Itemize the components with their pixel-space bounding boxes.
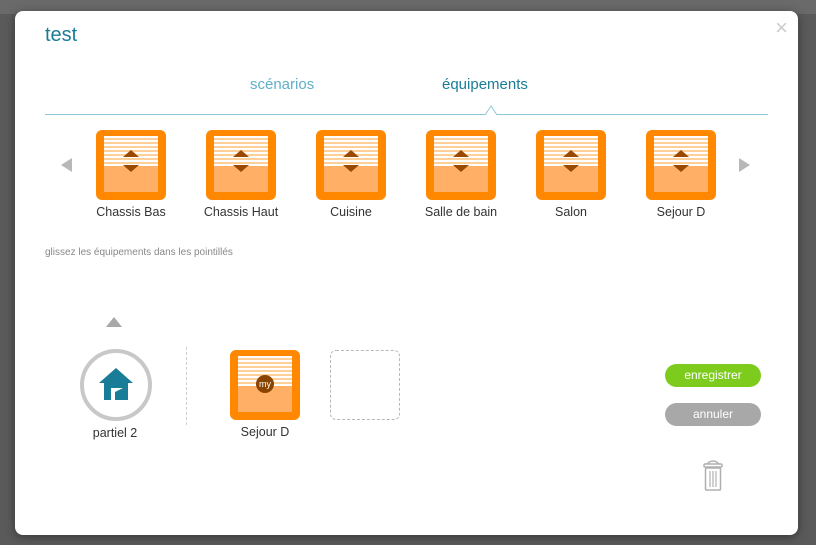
blind-my-icon: my bbox=[230, 350, 300, 420]
equipment-item-salon[interactable]: Salon bbox=[516, 130, 626, 219]
equipment-label: Sejour D bbox=[656, 205, 706, 219]
active-tab-caret-icon bbox=[485, 105, 497, 115]
modal-title: test bbox=[45, 24, 78, 46]
house-icon bbox=[99, 368, 133, 400]
drag-hint: glissez les équipements dans les pointil… bbox=[45, 247, 233, 258]
blind-icon bbox=[206, 130, 276, 200]
blind-icon bbox=[96, 130, 166, 200]
tab-equipements[interactable]: équipements bbox=[442, 76, 528, 93]
scenario-modal: test × scénarios équipements Chassis Bas… bbox=[15, 11, 798, 535]
trash-icon[interactable] bbox=[702, 458, 724, 492]
tab-underline bbox=[45, 114, 768, 115]
equipment-item-salle-de-bain[interactable]: Salle de bain bbox=[406, 130, 516, 219]
close-icon[interactable]: × bbox=[775, 17, 788, 39]
placed-equipment-label: Sejour D bbox=[240, 425, 290, 439]
blind-icon bbox=[536, 130, 606, 200]
blind-icon bbox=[426, 130, 496, 200]
dashed-divider bbox=[186, 347, 187, 425]
equipment-item-chassis-bas[interactable]: Chassis Bas bbox=[76, 130, 186, 219]
equipment-item-cuisine[interactable]: Cuisine bbox=[296, 130, 406, 219]
collapse-up-icon[interactable] bbox=[106, 317, 122, 327]
equipment-label: Chassis Bas bbox=[96, 205, 166, 219]
scenario-label: partiel 2 bbox=[92, 426, 138, 440]
cancel-button[interactable]: annuler bbox=[665, 403, 761, 426]
equipment-label: Chassis Haut bbox=[203, 205, 279, 219]
equipment-dropzone[interactable] bbox=[330, 350, 400, 420]
equipment-label: Cuisine bbox=[330, 205, 372, 219]
tab-scenarios[interactable]: scénarios bbox=[250, 76, 314, 93]
equipment-item-sejour-d[interactable]: Sejour D bbox=[626, 130, 736, 219]
blind-icon bbox=[316, 130, 386, 200]
scenario-button[interactable] bbox=[80, 349, 152, 421]
equipment-label: Salon bbox=[555, 205, 587, 219]
blind-icon bbox=[646, 130, 716, 200]
placed-equipment-sejour-d[interactable]: my bbox=[230, 350, 300, 420]
equipment-label: Salle de bain bbox=[424, 205, 498, 219]
save-button[interactable]: enregistrer bbox=[665, 364, 761, 387]
carousel-prev-icon[interactable] bbox=[61, 158, 72, 172]
equipment-item-chassis-haut[interactable]: Chassis Haut bbox=[186, 130, 296, 219]
carousel-next-icon[interactable] bbox=[739, 158, 750, 172]
my-badge: my bbox=[256, 375, 274, 393]
